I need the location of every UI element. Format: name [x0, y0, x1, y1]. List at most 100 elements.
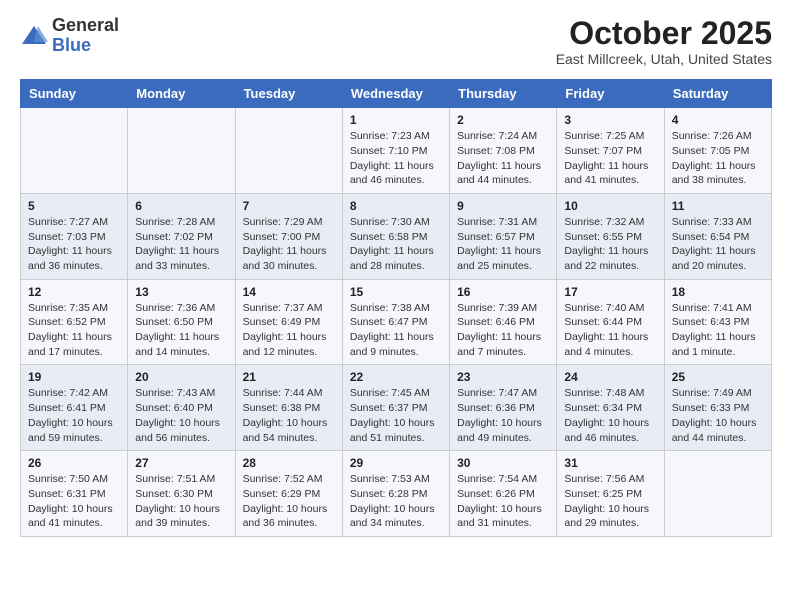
- weekday-header: Saturday: [664, 80, 771, 108]
- day-number: 7: [243, 199, 335, 213]
- calendar-cell: 14 Sunrise: 7:37 AM Sunset: 6:49 PM Dayli…: [235, 279, 342, 365]
- day-number: 10: [564, 199, 656, 213]
- calendar-cell: 7 Sunrise: 7:29 AM Sunset: 7:00 PM Daylig…: [235, 193, 342, 279]
- day-number: 30: [457, 456, 549, 470]
- calendar-cell: [21, 108, 128, 194]
- day-number: 29: [350, 456, 442, 470]
- day-number: 17: [564, 285, 656, 299]
- day-number: 25: [672, 370, 764, 384]
- day-number: 3: [564, 113, 656, 127]
- calendar-cell: 21 Sunrise: 7:44 AM Sunset: 6:38 PM Dayli…: [235, 365, 342, 451]
- day-info: Sunrise: 7:39 AM Sunset: 6:46 PM Dayligh…: [457, 301, 549, 360]
- page-subtitle: East Millcreek, Utah, United States: [556, 51, 772, 67]
- day-info: Sunrise: 7:31 AM Sunset: 6:57 PM Dayligh…: [457, 215, 549, 274]
- weekday-header: Wednesday: [342, 80, 449, 108]
- logo-text: General Blue: [52, 16, 119, 56]
- calendar-cell: 8Sunrise: 7:30 AM Sunset: 6:58 PM Daylig…: [342, 193, 449, 279]
- day-info: Sunrise: 7:47 AM Sunset: 6:36 PM Dayligh…: [457, 386, 549, 445]
- title-block: October 2025 East Millcreek, Utah, Unite…: [556, 16, 772, 67]
- calendar-cell: 16 Sunrise: 7:39 AM Sunset: 6:46 PM Dayli…: [450, 279, 557, 365]
- day-number: 24: [564, 370, 656, 384]
- day-number: 6: [135, 199, 227, 213]
- day-number: 26: [28, 456, 120, 470]
- day-number: 21: [243, 370, 335, 384]
- day-number: 22: [350, 370, 442, 384]
- day-info: Sunrise: 7:43 AM Sunset: 6:40 PM Dayligh…: [135, 386, 227, 445]
- day-info: Sunrise: 7:52 AM Sunset: 6:29 PM Dayligh…: [243, 472, 335, 531]
- calendar-cell: 1 Sunrise: 7:23 AM Sunset: 7:10 PM Daylig…: [342, 108, 449, 194]
- calendar-cell: 4 Sunrise: 7:26 AM Sunset: 7:05 PM Daylig…: [664, 108, 771, 194]
- day-number: 16: [457, 285, 549, 299]
- day-number: 23: [457, 370, 549, 384]
- page-title: October 2025: [556, 16, 772, 51]
- day-number: 13: [135, 285, 227, 299]
- page-header: General Blue October 2025 East Millcreek…: [20, 16, 772, 67]
- calendar-cell: 30 Sunrise: 7:54 AM Sunset: 6:26 PM Dayli…: [450, 451, 557, 537]
- day-info: Sunrise: 7:23 AM Sunset: 7:10 PM Dayligh…: [350, 129, 442, 188]
- calendar-week-row: 5 Sunrise: 7:27 AM Sunset: 7:03 PM Daylig…: [21, 193, 772, 279]
- day-info: Sunrise: 7:28 AM Sunset: 7:02 PM Dayligh…: [135, 215, 227, 274]
- calendar-cell: 26 Sunrise: 7:50 AM Sunset: 6:31 PM Dayli…: [21, 451, 128, 537]
- day-number: 11: [672, 199, 764, 213]
- calendar-cell: 11 Sunrise: 7:33 AM Sunset: 6:54 PM Dayli…: [664, 193, 771, 279]
- day-info: Sunrise: 7:51 AM Sunset: 6:30 PM Dayligh…: [135, 472, 227, 531]
- day-info: Sunrise: 7:27 AM Sunset: 7:03 PM Dayligh…: [28, 215, 120, 274]
- calendar-body: 1 Sunrise: 7:23 AM Sunset: 7:10 PM Daylig…: [21, 108, 772, 537]
- calendar-cell: 15Sunrise: 7:38 AM Sunset: 6:47 PM Dayli…: [342, 279, 449, 365]
- calendar-cell: 5 Sunrise: 7:27 AM Sunset: 7:03 PM Daylig…: [21, 193, 128, 279]
- day-info: Sunrise: 7:54 AM Sunset: 6:26 PM Dayligh…: [457, 472, 549, 531]
- calendar-cell: 22Sunrise: 7:45 AM Sunset: 6:37 PM Dayli…: [342, 365, 449, 451]
- calendar-cell: 19 Sunrise: 7:42 AM Sunset: 6:41 PM Dayli…: [21, 365, 128, 451]
- calendar-cell: 12Sunrise: 7:35 AM Sunset: 6:52 PM Dayli…: [21, 279, 128, 365]
- day-info: Sunrise: 7:48 AM Sunset: 6:34 PM Dayligh…: [564, 386, 656, 445]
- day-info: Sunrise: 7:53 AM Sunset: 6:28 PM Dayligh…: [350, 472, 442, 531]
- logo-icon: [20, 22, 48, 50]
- calendar-cell: 2Sunrise: 7:24 AM Sunset: 7:08 PM Daylig…: [450, 108, 557, 194]
- weekday-header: Sunday: [21, 80, 128, 108]
- day-info: Sunrise: 7:33 AM Sunset: 6:54 PM Dayligh…: [672, 215, 764, 274]
- calendar-cell: 24 Sunrise: 7:48 AM Sunset: 6:34 PM Dayli…: [557, 365, 664, 451]
- calendar-cell: 29 Sunrise: 7:53 AM Sunset: 6:28 PM Dayli…: [342, 451, 449, 537]
- day-info: Sunrise: 7:29 AM Sunset: 7:00 PM Dayligh…: [243, 215, 335, 274]
- day-number: 31: [564, 456, 656, 470]
- weekday-header: Monday: [128, 80, 235, 108]
- day-info: Sunrise: 7:32 AM Sunset: 6:55 PM Dayligh…: [564, 215, 656, 274]
- day-number: 20: [135, 370, 227, 384]
- day-info: Sunrise: 7:42 AM Sunset: 6:41 PM Dayligh…: [28, 386, 120, 445]
- day-info: Sunrise: 7:36 AM Sunset: 6:50 PM Dayligh…: [135, 301, 227, 360]
- calendar-cell: 17Sunrise: 7:40 AM Sunset: 6:44 PM Dayli…: [557, 279, 664, 365]
- calendar-header: SundayMondayTuesdayWednesdayThursdayFrid…: [21, 80, 772, 108]
- day-info: Sunrise: 7:50 AM Sunset: 6:31 PM Dayligh…: [28, 472, 120, 531]
- day-number: 5: [28, 199, 120, 213]
- day-info: Sunrise: 7:25 AM Sunset: 7:07 PM Dayligh…: [564, 129, 656, 188]
- calendar-week-row: 19 Sunrise: 7:42 AM Sunset: 6:41 PM Dayli…: [21, 365, 772, 451]
- calendar-cell: 3 Sunrise: 7:25 AM Sunset: 7:07 PM Daylig…: [557, 108, 664, 194]
- day-info: Sunrise: 7:49 AM Sunset: 6:33 PM Dayligh…: [672, 386, 764, 445]
- calendar-cell: 13 Sunrise: 7:36 AM Sunset: 6:50 PM Dayli…: [128, 279, 235, 365]
- logo-general: General: [52, 15, 119, 35]
- day-number: 1: [350, 113, 442, 127]
- weekday-header: Friday: [557, 80, 664, 108]
- day-info: Sunrise: 7:37 AM Sunset: 6:49 PM Dayligh…: [243, 301, 335, 360]
- calendar-cell: [128, 108, 235, 194]
- logo: General Blue: [20, 16, 119, 56]
- calendar-cell: 20 Sunrise: 7:43 AM Sunset: 6:40 PM Dayli…: [128, 365, 235, 451]
- day-number: 28: [243, 456, 335, 470]
- day-number: 19: [28, 370, 120, 384]
- day-info: Sunrise: 7:26 AM Sunset: 7:05 PM Dayligh…: [672, 129, 764, 188]
- calendar-cell: 25 Sunrise: 7:49 AM Sunset: 6:33 PM Dayli…: [664, 365, 771, 451]
- day-info: Sunrise: 7:56 AM Sunset: 6:25 PM Dayligh…: [564, 472, 656, 531]
- calendar-cell: 6 Sunrise: 7:28 AM Sunset: 7:02 PM Daylig…: [128, 193, 235, 279]
- calendar-cell: 18Sunrise: 7:41 AM Sunset: 6:43 PM Dayli…: [664, 279, 771, 365]
- day-info: Sunrise: 7:41 AM Sunset: 6:43 PM Dayligh…: [672, 301, 764, 360]
- calendar-cell: 27 Sunrise: 7:51 AM Sunset: 6:30 PM Dayli…: [128, 451, 235, 537]
- weekday-header: Thursday: [450, 80, 557, 108]
- calendar-cell: [664, 451, 771, 537]
- day-info: Sunrise: 7:38 AM Sunset: 6:47 PM Dayligh…: [350, 301, 442, 360]
- day-number: 9: [457, 199, 549, 213]
- day-number: 27: [135, 456, 227, 470]
- day-number: 4: [672, 113, 764, 127]
- day-info: Sunrise: 7:24 AM Sunset: 7:08 PM Dayligh…: [457, 129, 549, 188]
- day-info: Sunrise: 7:44 AM Sunset: 6:38 PM Dayligh…: [243, 386, 335, 445]
- day-number: 14: [243, 285, 335, 299]
